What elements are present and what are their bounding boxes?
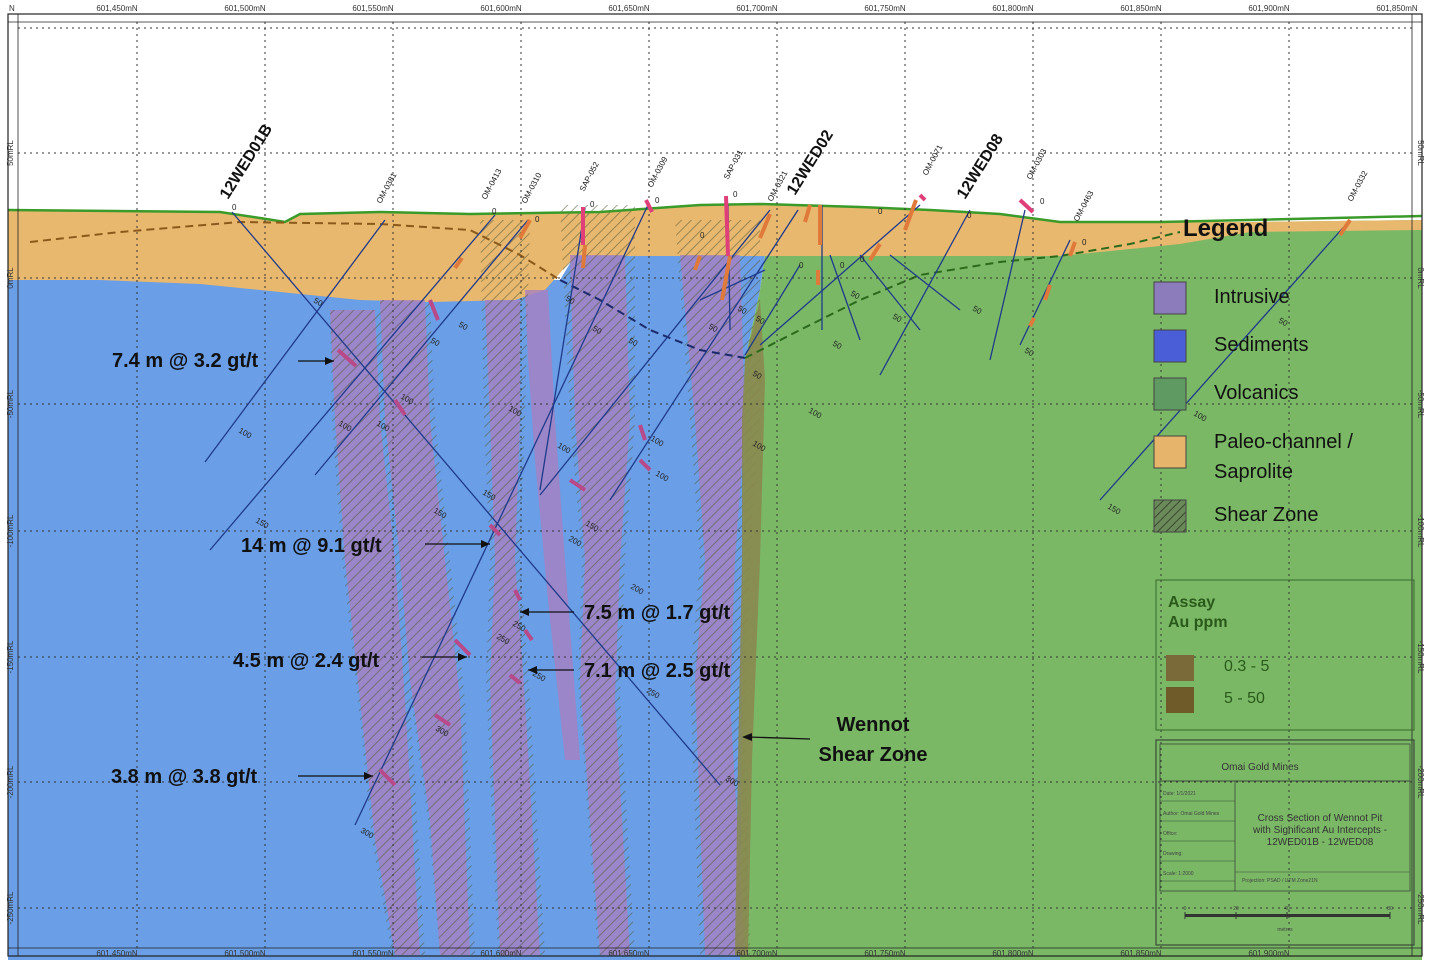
legend-label: Intrusive: [1214, 286, 1290, 308]
legend-swatch: [1153, 377, 1187, 411]
title-block-projection: Projection: PSAD / UTM Zone21N: [1242, 878, 1318, 884]
axis-top-northing: 601,550mN: [352, 4, 394, 13]
scale-tick-label: 40: [1284, 906, 1290, 912]
assay-swatch: [1166, 687, 1194, 713]
intercept-text: 3.8 m @ 3.8 gt/t: [111, 766, 258, 788]
axis-top-northing: 601,850mN: [1120, 4, 1162, 13]
axis-bottom-northing: 601,550mN: [352, 949, 394, 958]
axis-top-northing: 601,500mN: [224, 4, 266, 13]
axis-top-northing: 601,650mN: [608, 4, 650, 13]
depth-label-zero: 0: [860, 255, 865, 264]
depth-label-zero: 0: [799, 261, 804, 270]
axis-left-elevation: 0mRL: [6, 267, 15, 289]
legend-swatch: [1153, 435, 1187, 469]
axis-left-elevation: -50mRL: [6, 389, 15, 418]
depth-label-zero: 0: [1082, 238, 1087, 247]
scale-unit: metres: [1277, 927, 1293, 933]
legend-swatch: [1153, 281, 1187, 315]
axis-bottom-northing: 601,800mN: [992, 949, 1034, 958]
shear-label-line1: Wennot: [837, 714, 910, 736]
assay-title-2: Au ppm: [1168, 614, 1228, 631]
axis-left-elevation: -250mRL: [6, 891, 15, 924]
cross-section-figure: N 601,450mN 601,500mN 601,550mN 601,600mN 601…: [0, 0, 1429, 961]
title-block-meta-field: Drawing:: [1163, 851, 1183, 857]
legend-title: Legend: [1183, 215, 1268, 242]
legend-label-line2: Saprolite: [1214, 461, 1293, 483]
legend-swatch: [1153, 329, 1187, 363]
intercept-text: 7.1 m @ 2.5 gt/t: [584, 660, 731, 682]
axis-right-elevation: -200mRL: [1416, 766, 1425, 799]
axis-top-northing: 601,900mN: [1248, 4, 1290, 13]
axis-top-left-fragment: N: [9, 4, 15, 13]
depth-label-zero: 0: [840, 261, 845, 270]
legend-label: Volcanics: [1214, 382, 1299, 404]
shear-label-line2: Shear Zone: [819, 744, 928, 766]
legend-label: Paleo-channel /: [1214, 431, 1353, 453]
axis-right-elevation: -150mRL: [1416, 641, 1425, 674]
depth-label-zero: 0: [535, 215, 540, 224]
axis-right-elevation: -50mRL: [1416, 390, 1425, 419]
legend-label: Sediments: [1214, 334, 1309, 356]
axis-right-elevation: 0mRL: [1416, 267, 1425, 289]
title-block-title-line: Cross Section of Wennot Pit: [1258, 813, 1383, 824]
title-block-meta-field: Scale: 1:2000: [1163, 871, 1194, 877]
axis-top-northing: 601,750mN: [864, 4, 906, 13]
axis-top-northing: 601,600mN: [480, 4, 522, 13]
axis-left-elevation: -200mRL: [6, 765, 15, 798]
title-block-title-line: 12WED01B - 12WED08: [1267, 837, 1374, 848]
assay-high-grade: [724, 195, 730, 257]
scale-tick-label: 0: [1184, 906, 1187, 912]
cross-section-svg: N 601,450mN 601,500mN 601,550mN 601,600mN 601…: [0, 0, 1429, 961]
axis-bottom-northing: 601,900mN: [1248, 949, 1290, 958]
intercept-text: 7.5 m @ 1.7 gt/t: [584, 602, 731, 624]
depth-label-zero: 0: [1040, 197, 1045, 206]
title-block-meta-field: Office:: [1163, 831, 1177, 837]
scale-tick-label: 20: [1233, 906, 1239, 912]
depth-label-zero: 0: [492, 207, 497, 216]
assay-title-1: Assay: [1168, 594, 1215, 611]
assay-mid-grade: [581, 244, 587, 269]
depth-label-zero: 0: [878, 207, 883, 216]
axis-bottom-northing: 601,500mN: [224, 949, 266, 958]
title-block-title: Cross Section of Wennot Pitwith Signific…: [1252, 813, 1387, 848]
legend-label: Shear Zone: [1214, 504, 1319, 526]
depth-label-zero: 0: [232, 203, 237, 212]
title-block-meta-field: Author: Omai Gold Mines: [1163, 811, 1220, 817]
axis-bottom-northing: 601,750mN: [864, 949, 906, 958]
axis-bottom-northing: 601,700mN: [736, 949, 778, 958]
axis-bottom-northing: 601,600mN: [480, 949, 522, 958]
volcanics-unit: [740, 220, 1422, 960]
axis-bottom-northing: 601,850mN: [1120, 949, 1162, 958]
axis-bottom-northing: 601,650mN: [608, 949, 650, 958]
axis-left-elevation: -100mRL: [6, 514, 15, 547]
axis-top-northing: 601,450mN: [96, 4, 138, 13]
intercept-text: 4.5 m @ 2.4 gt/t: [233, 650, 380, 672]
legend-swatch: [1153, 499, 1187, 533]
depth-label-zero: 0: [590, 200, 595, 209]
axis-left-elevation: -150mRL: [6, 640, 15, 673]
intercept-text: 14 m @ 9.1 gt/t: [241, 535, 382, 557]
axis-bottom-northing: 601,450mN: [96, 949, 138, 958]
axis-right-elevation: -250mRL: [1416, 892, 1425, 925]
title-block-title-line: with Significant Au Intercepts -: [1252, 825, 1387, 836]
depth-label-zero: 0: [967, 211, 972, 220]
axis-right-elevation: 50mRL: [1416, 140, 1425, 166]
title-block-company: Omai Gold Mines: [1221, 762, 1298, 773]
depth-label-zero: 0: [733, 190, 738, 199]
axis-right-elevation: -100mRL: [1416, 515, 1425, 548]
assay-label: 5 - 50: [1224, 690, 1265, 707]
intercept-text: 7.4 m @ 3.2 gt/t: [112, 350, 259, 372]
depth-label-zero: 0: [700, 231, 705, 240]
depth-label-zero: 0: [655, 196, 660, 205]
axis-top-northing: 601,700mN: [736, 4, 778, 13]
title-block-meta-field: Date: 1/1/2021: [1163, 791, 1196, 797]
axis-top-northing: 601,850mN: [1376, 4, 1418, 13]
assay-label: 0.3 - 5: [1224, 658, 1269, 675]
scale-tick-label: 80: [1387, 906, 1393, 912]
axis-left-elevation: 50mRL: [6, 140, 15, 166]
assay-swatch: [1166, 655, 1194, 681]
axis-top-northing: 601,800mN: [992, 4, 1034, 13]
